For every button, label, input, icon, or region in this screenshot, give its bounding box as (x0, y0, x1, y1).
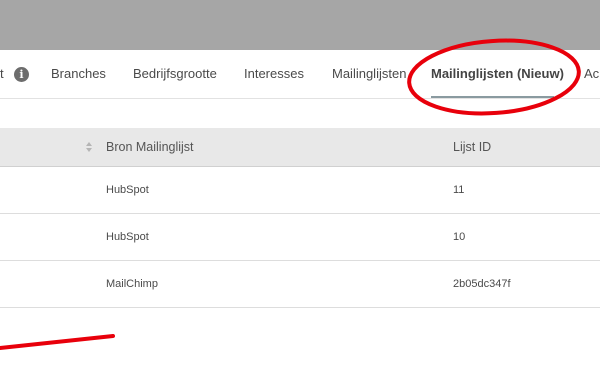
info-icon[interactable]: i (14, 67, 29, 82)
tab-truncated-left[interactable]: t (0, 50, 4, 98)
cell-list-id: 10 (453, 231, 466, 243)
cell-source: HubSpot (106, 184, 149, 196)
tab-ac-truncated[interactable]: Ac (584, 50, 599, 98)
column-header-bron-mailinglijst[interactable]: Bron Mailinglijst (106, 128, 194, 166)
active-tab-underline (431, 96, 554, 98)
tab-branches[interactable]: Branches (51, 50, 106, 98)
cell-source: MailChimp (106, 278, 158, 290)
table-row[interactable]: HubSpot 10 (0, 214, 600, 261)
tab-mailinglijsten-nieuw[interactable]: Mailinglijsten (Nieuw) (431, 50, 564, 98)
cell-source: HubSpot (106, 231, 149, 243)
annotation-underline-stroke (0, 334, 115, 350)
sort-icon[interactable] (85, 141, 93, 153)
tab-bedrijfsgrootte[interactable]: Bedrijfsgrootte (133, 50, 217, 98)
tab-mailinglijsten-nieuw-label: Mailinglijsten (Nieuw) (431, 66, 564, 81)
column-header-lijst-id[interactable]: Lijst ID (453, 128, 491, 166)
cell-list-id: 2b05dc347f (453, 278, 511, 290)
tab-mailinglijsten[interactable]: Mailinglijsten (332, 50, 406, 98)
cell-list-id: 11 (453, 184, 465, 196)
top-header-bar (0, 0, 600, 50)
table-row[interactable]: HubSpot 11 (0, 167, 600, 214)
tab-interesses[interactable]: Interesses (244, 50, 304, 98)
table-row[interactable]: MailChimp 2b05dc347f (0, 261, 600, 308)
